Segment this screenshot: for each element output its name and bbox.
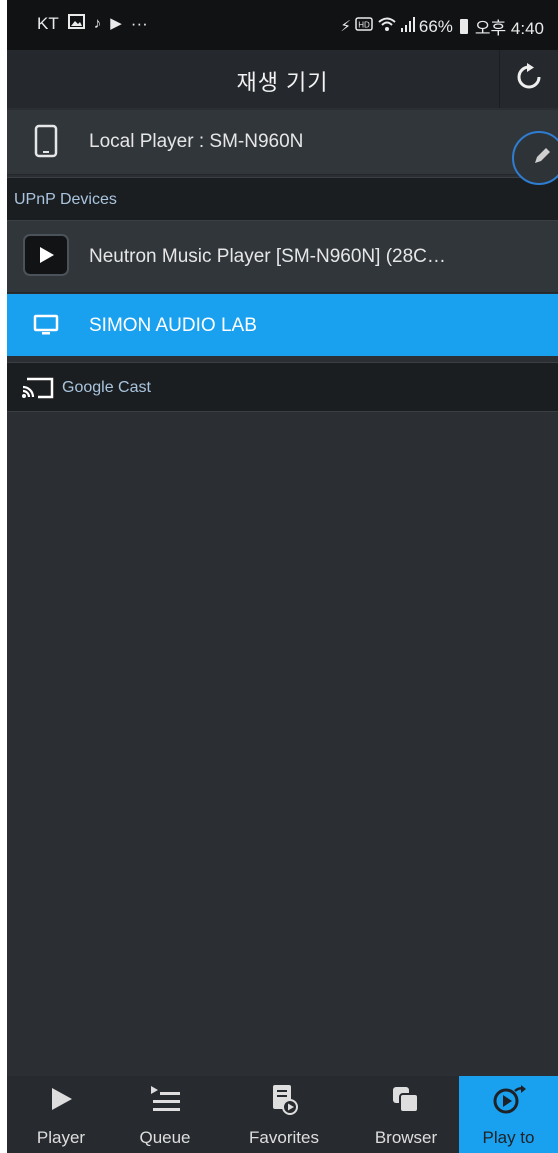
tab-player[interactable]: Player [7,1076,115,1153]
favorites-icon [215,1084,353,1116]
cast-icon [21,377,55,404]
monitor-icon [33,314,59,341]
tab-favorites[interactable]: Favorites [215,1076,353,1153]
gallery-icon [67,14,85,34]
device-row-simon-audio-lab[interactable]: SIMON AUDIO LAB [7,294,558,356]
tab-label: Player [36,1128,86,1147]
pencil-icon [532,146,552,171]
nfc-icon: ⚡ [340,17,351,35]
refresh-icon [515,62,543,96]
tab-play-to[interactable]: Play to [459,1076,558,1153]
local-player-row[interactable]: Local Player : SM-N960N [7,110,558,175]
phone-icon [34,124,58,163]
status-bar: KT ♪ ▶ ··· ⚡ HD 66% 오후 4:40 [7,0,558,50]
battery-icon [459,19,468,34]
carrier-label: KT [37,14,59,33]
bottom-nav: Player Queue Favorites Browser Play to [7,1076,558,1153]
upnp-devices-header: UPnP Devices [7,177,558,221]
browser-icon [353,1084,459,1116]
google-cast-header: Google Cast [7,362,558,412]
signal-icon [400,16,415,37]
device-label: SIMON AUDIO LAB [89,315,257,336]
svg-text:HD: HD [358,21,370,30]
play-icon [7,1084,115,1116]
top-bar: 재생 기기 [7,50,558,108]
more-notifications-dots: ··· [130,14,148,33]
tab-label: Favorites [249,1128,319,1147]
refresh-button[interactable] [499,50,558,108]
google-cast-label: Google Cast [62,379,151,396]
wifi-icon [377,16,397,37]
edit-button[interactable] [512,131,558,185]
clock: 오후 4:40 [474,19,544,38]
app-screen: KT ♪ ▶ ··· ⚡ HD 66% 오후 4:40 재생 기기 Local … [7,0,558,1153]
tab-label: Queue [139,1128,191,1147]
battery-percent: 66% [418,16,453,36]
tab-label: Browser [374,1128,438,1147]
device-label: Neutron Music Player [SM-N960N] (28C… [89,246,446,267]
upnp-section-label: UPnP Devices [14,191,117,208]
music-note-icon: ♪ [93,15,102,32]
device-row-neutron[interactable]: Neutron Music Player [SM-N960N] (28C… [7,221,558,293]
tab-browser[interactable]: Browser [353,1076,459,1153]
play-to-icon [459,1084,558,1116]
tab-queue[interactable]: Queue [115,1076,215,1153]
page-title: 재생 기기 [236,70,329,95]
queue-icon [115,1084,215,1116]
play-icon [23,234,69,276]
play-status-icon: ▶ [110,15,122,32]
hd-voice-icon: HD [355,17,373,36]
local-player-label: Local Player : SM-N960N [89,131,304,152]
tab-label: Play to [482,1128,535,1147]
